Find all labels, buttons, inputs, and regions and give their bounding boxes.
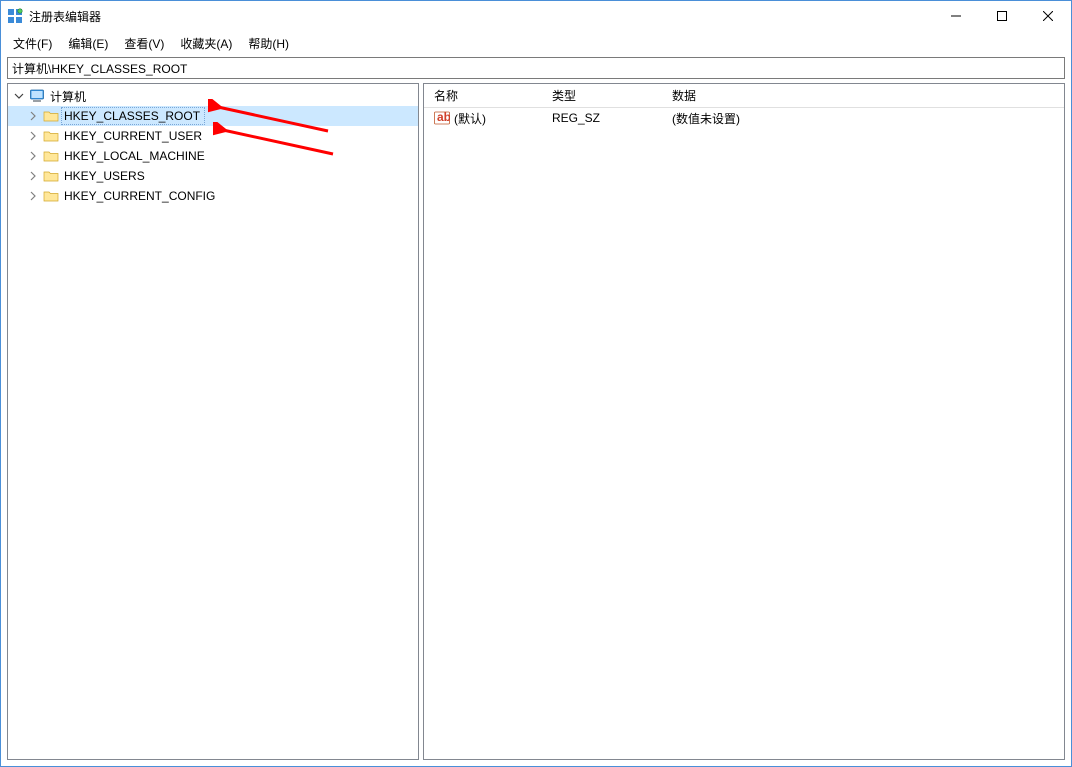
value-type: REG_SZ (542, 111, 662, 125)
tree-item-label: HKEY_CLASSES_ROOT (61, 107, 205, 125)
menu-help[interactable]: 帮助(H) (240, 32, 297, 55)
tree-item-hkey-current-config[interactable]: HKEY_CURRENT_CONFIG (8, 186, 418, 206)
folder-icon (43, 168, 59, 184)
menu-view[interactable]: 查看(V) (116, 32, 172, 55)
window-title: 注册表编辑器 (29, 8, 933, 25)
tree-item-label: HKEY_CURRENT_CONFIG (62, 188, 219, 204)
tree-root-label: 计算机 (48, 87, 90, 106)
chevron-right-icon[interactable] (26, 189, 40, 203)
chevron-right-icon[interactable] (26, 109, 40, 123)
value-name: (默认) (454, 110, 486, 127)
maximize-button[interactable] (979, 1, 1025, 31)
chevron-right-icon[interactable] (26, 169, 40, 183)
address-bar[interactable]: 计算机\HKEY_CLASSES_ROOT (7, 57, 1065, 79)
chevron-down-icon[interactable] (12, 89, 26, 103)
svg-text:ab: ab (437, 110, 450, 124)
tree-item-hkey-local-machine[interactable]: HKEY_LOCAL_MACHINE (8, 146, 418, 166)
tree-item-label: HKEY_CURRENT_USER (62, 128, 206, 144)
minimize-button[interactable] (933, 1, 979, 31)
chevron-right-icon[interactable] (26, 129, 40, 143)
folder-icon (43, 108, 59, 124)
folder-icon (43, 128, 59, 144)
tree-item-hkey-current-user[interactable]: HKEY_CURRENT_USER (8, 126, 418, 146)
values-pane: 名称 类型 数据 ab (默认) REG_SZ (数值未设置) (423, 83, 1065, 760)
column-header-data[interactable]: 数据 (662, 83, 1064, 108)
menu-edit[interactable]: 编辑(E) (60, 32, 116, 55)
computer-icon (29, 88, 45, 104)
tree-item-hkey-classes-root[interactable]: HKEY_CLASSES_ROOT (8, 106, 418, 126)
menu-file[interactable]: 文件(F) (5, 32, 60, 55)
folder-icon (43, 188, 59, 204)
chevron-right-icon[interactable] (26, 149, 40, 163)
value-data: (数值未设置) (662, 110, 1064, 127)
tree-item-label: HKEY_LOCAL_MACHINE (62, 148, 209, 164)
tree-root-computer[interactable]: 计算机 (8, 86, 418, 106)
folder-icon (43, 148, 59, 164)
menu-favorites[interactable]: 收藏夹(A) (172, 32, 240, 55)
address-path: 计算机\HKEY_CLASSES_ROOT (12, 60, 187, 77)
tree-item-hkey-users[interactable]: HKEY_USERS (8, 166, 418, 186)
regedit-app-icon (7, 8, 23, 24)
tree-pane: 计算机 HKEY_CLASSES_ROOT HKEY_CURREN (7, 83, 419, 760)
menubar: 文件(F) 编辑(E) 查看(V) 收藏夹(A) 帮助(H) (1, 31, 1071, 55)
string-value-icon: ab (434, 110, 450, 126)
column-header-type[interactable]: 类型 (542, 83, 662, 108)
close-button[interactable] (1025, 1, 1071, 31)
tree-item-label: HKEY_USERS (62, 168, 149, 184)
list-row[interactable]: ab (默认) REG_SZ (数值未设置) (424, 108, 1064, 128)
list-header: 名称 类型 数据 (424, 84, 1064, 108)
column-header-name[interactable]: 名称 (424, 83, 542, 108)
titlebar: 注册表编辑器 (1, 1, 1071, 31)
